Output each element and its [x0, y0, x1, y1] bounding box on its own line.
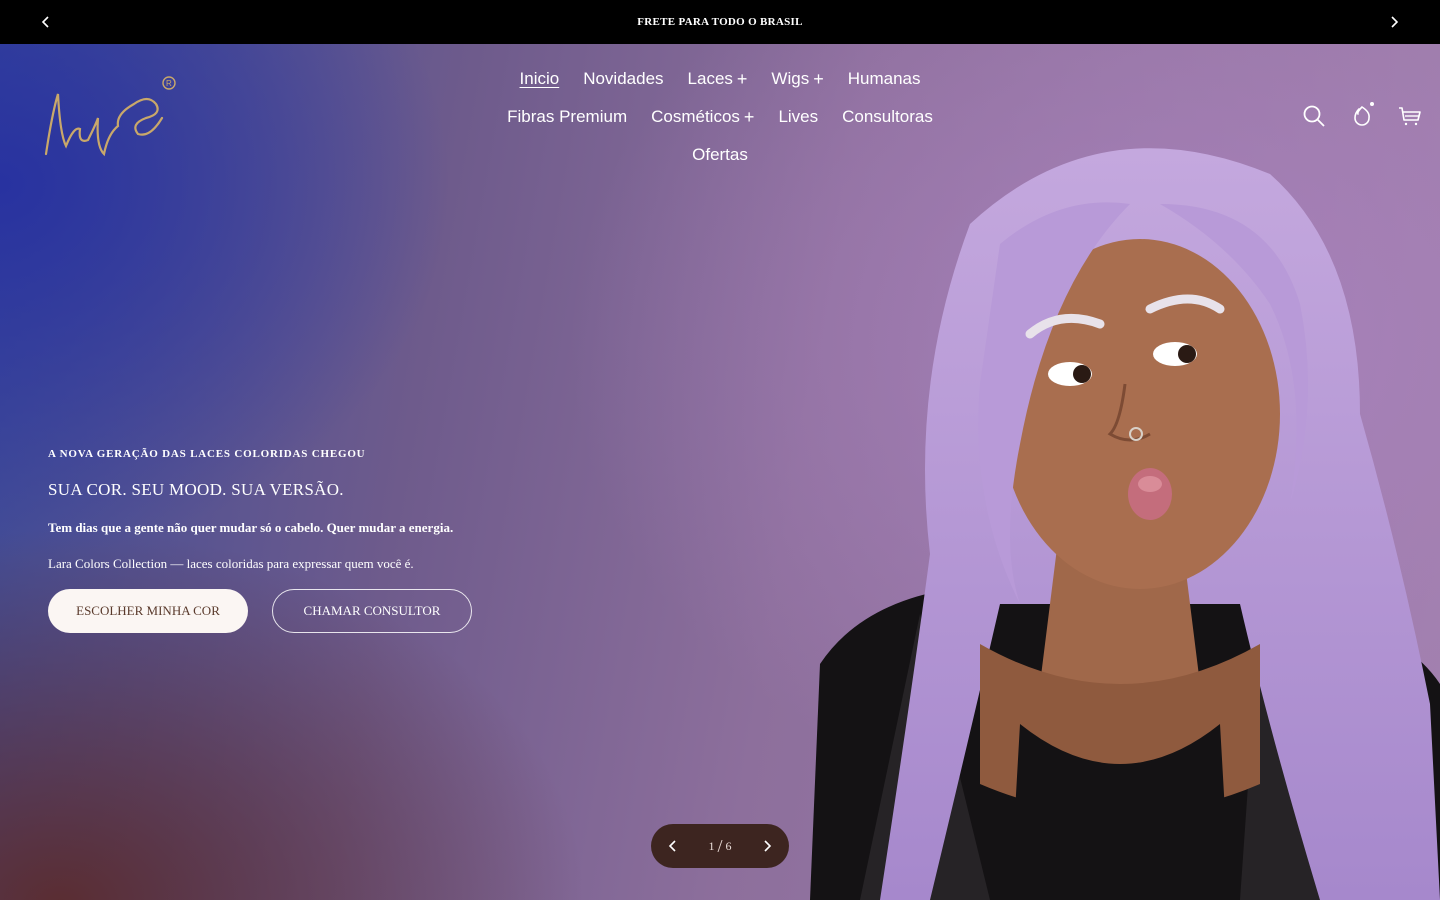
slide-counter: 1 / 6 [708, 836, 731, 857]
nav-item-fibras-premium[interactable]: Fibras Premium [507, 107, 627, 127]
nav-item-laces[interactable]: Laces + [688, 69, 748, 89]
hero-bold-line: Tem dias que a gente não quer mudar só o… [48, 520, 454, 535]
nav-item-ofertas[interactable]: Ofertas [692, 145, 748, 165]
choose-color-button[interactable]: ESCOLHER MINHA COR [48, 589, 248, 633]
notification-dot [1370, 102, 1374, 106]
cart-button[interactable] [1396, 102, 1424, 130]
nav-item-lives[interactable]: Lives [778, 107, 818, 127]
slide-prev-button[interactable] [663, 836, 683, 856]
search-icon [1303, 105, 1325, 127]
announcement-prev-button[interactable] [36, 12, 56, 32]
slide-total: 6 [725, 838, 732, 853]
svg-text:R: R [166, 79, 172, 88]
search-button[interactable] [1300, 102, 1328, 130]
nav-item-humanas[interactable]: Humanas [848, 69, 921, 89]
announcement-text: FRETE PARA TODO O BRASIL [637, 16, 803, 28]
nav-item-cosmeticos[interactable]: Cosméticos + [651, 107, 754, 127]
lady-laces-logo-icon: R [44, 76, 176, 157]
hero-headline: SUA COR. SEU MOOD. SUA VERSÃO. [48, 480, 344, 499]
nav-item-novidades[interactable]: Novidades [583, 69, 663, 89]
brand-logo[interactable]: R [38, 74, 178, 164]
cart-icon [1399, 107, 1421, 126]
hero-description: Lara Colors Collection — laces coloridas… [48, 556, 414, 571]
hero-buttons: ESCOLHER MINHA COR CHAMAR CONSULTOR [48, 589, 508, 633]
slide-separator: / [717, 835, 723, 856]
chevron-right-icon [1391, 16, 1399, 28]
call-consultant-button[interactable]: CHAMAR CONSULTOR [272, 589, 472, 633]
chevron-right-icon [764, 840, 772, 852]
announcement-next-button[interactable] [1384, 12, 1404, 32]
nav-row: Inicio Novidades Laces + Wigs + Humanas [480, 60, 960, 98]
account-icon [1354, 106, 1370, 126]
plus-icon: + [736, 69, 748, 89]
nav-row: Ofertas [480, 136, 960, 174]
slide-next-button[interactable] [757, 836, 777, 856]
nav-item-wigs[interactable]: Wigs + [771, 69, 823, 89]
nav-item-consultoras[interactable]: Consultoras [842, 107, 933, 127]
nav-row: Fibras Premium Cosméticos + Lives Consult… [480, 98, 960, 136]
chevron-left-icon [668, 840, 676, 852]
nav-item-inicio[interactable]: Inicio [520, 69, 560, 89]
announcement-bar: FRETE PARA TODO O BRASIL [0, 0, 1440, 44]
header-icons [1300, 102, 1424, 130]
slider-pager: 1 / 6 [651, 824, 789, 868]
hero-banner: R Inicio Novidades Laces + Wigs + Humanas … [0, 44, 1440, 900]
plus-icon: + [743, 107, 755, 127]
hero-eyebrow: A NOVA GERAÇÃO DAS LACES COLORIDAS CHEGO… [48, 448, 366, 460]
hero-content: A NOVA GERAÇÃO DAS LACES COLORIDAS CHEGO… [48, 448, 508, 633]
plus-icon: + [813, 69, 824, 89]
hero-model-image [810, 148, 1440, 900]
slide-current: 1 [708, 838, 715, 853]
account-button[interactable] [1348, 102, 1376, 130]
main-navigation: Inicio Novidades Laces + Wigs + Humanas Fi… [480, 60, 960, 174]
chevron-left-icon [41, 16, 49, 28]
